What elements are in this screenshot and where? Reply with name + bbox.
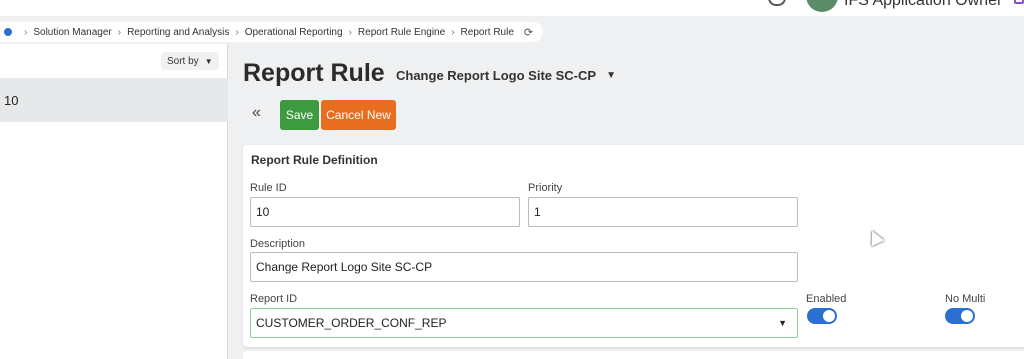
page-title: Report Rule	[243, 59, 385, 87]
collapse-panel-icon[interactable]: «	[252, 104, 261, 122]
chevron-right-icon: ›	[235, 26, 239, 38]
next-section-card	[243, 351, 1024, 359]
record-title: Change Report Logo Site SC-CP	[396, 68, 597, 83]
caret-down-icon[interactable]: ▼	[778, 318, 787, 328]
report-id-label: Report ID	[250, 293, 298, 305]
breadcrumb-item-report-rule: Report Rule	[460, 26, 514, 38]
report-rule-definition-card: Report Rule Definition Rule ID 10 Priori…	[243, 145, 1024, 347]
refresh-icon[interactable]: ⟳	[524, 26, 533, 39]
caret-down-icon: ▼	[204, 56, 213, 66]
record-list-panel: Sort by ▼ 10	[0, 44, 228, 359]
chevron-right-icon: ›	[348, 26, 352, 38]
toggle-knob	[823, 310, 835, 322]
save-button[interactable]: Save	[280, 100, 319, 130]
home-icon[interactable]	[4, 28, 12, 36]
breadcrumb-item-solution-manager[interactable]: Solution Manager	[33, 27, 111, 38]
section-title: Report Rule Definition	[251, 153, 378, 167]
list-item[interactable]: 10	[0, 78, 228, 122]
description-label: Description	[250, 238, 306, 250]
no-multi-label: No Multi	[945, 293, 986, 305]
priority-label: Priority	[528, 182, 563, 194]
user-name-label[interactable]: IFS Application Owner	[844, 0, 1002, 10]
enabled-label: Enabled	[806, 293, 847, 305]
cancel-new-button[interactable]: Cancel New	[321, 100, 396, 130]
priority-field[interactable]: 1	[528, 197, 798, 227]
list-item-label: 10	[4, 92, 19, 108]
caret-down-icon: ▼	[606, 70, 616, 81]
breadcrumb: › Solution Manager › Reporting and Analy…	[0, 22, 544, 42]
report-id-value: CUSTOMER_ORDER_CONF_REP	[256, 316, 447, 330]
sort-by-button[interactable]: Sort by ▼	[161, 52, 219, 70]
breadcrumb-item-reporting-analysis[interactable]: Reporting and Analysis	[127, 27, 229, 38]
rule-id-field[interactable]: 10	[250, 197, 520, 227]
user-avatar[interactable]	[806, 0, 838, 12]
toggle-knob	[961, 310, 973, 322]
top-header: IFS Application Owner	[0, 0, 1024, 16]
description-field[interactable]: Change Report Logo Site SC-CP	[250, 252, 798, 282]
record-selector[interactable]: Change Report Logo Site SC-CP ▼	[396, 68, 616, 83]
chevron-right-icon: ›	[24, 26, 28, 38]
notifications-bell-icon[interactable]	[768, 0, 786, 6]
sort-by-label: Sort by	[167, 55, 199, 67]
no-multi-toggle[interactable]	[945, 308, 975, 324]
enabled-toggle[interactable]	[807, 308, 837, 324]
breadcrumb-item-operational-reporting[interactable]: Operational Reporting	[245, 27, 343, 38]
rule-id-label: Rule ID	[250, 182, 287, 194]
breadcrumb-item-report-rule-engine[interactable]: Report Rule Engine	[358, 27, 445, 38]
chevron-right-icon: ›	[451, 26, 455, 38]
chevron-right-icon: ›	[117, 26, 122, 38]
report-id-field[interactable]: CUSTOMER_ORDER_CONF_REP ▼	[250, 308, 798, 338]
extension-icon[interactable]	[1014, 0, 1024, 4]
